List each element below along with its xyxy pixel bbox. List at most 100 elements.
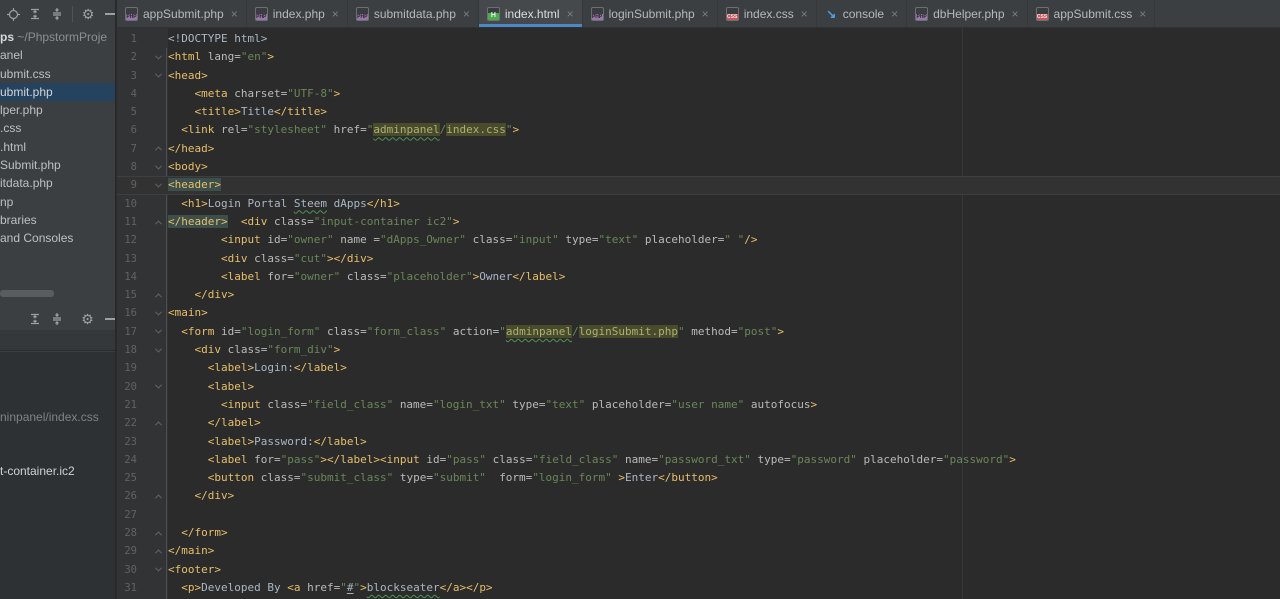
expand-all-icon[interactable]: [28, 312, 41, 326]
hide-panel-icon[interactable]: [103, 312, 115, 326]
code-line[interactable]: 27: [117, 506, 1280, 524]
close-icon[interactable]: ×: [332, 7, 339, 21]
code-line[interactable]: 19 <label>Login:</label>: [117, 359, 1280, 377]
fold-icon[interactable]: [137, 487, 168, 505]
code-line[interactable]: 4 <meta charset="UTF-8">: [117, 85, 1280, 103]
collapse-all-icon[interactable]: [50, 312, 63, 326]
fold-icon[interactable]: [137, 140, 168, 158]
line-number: 25: [124, 472, 137, 485]
tab-appSubmit.css[interactable]: CSS appSubmit.css ×: [1028, 0, 1156, 27]
fold-icon[interactable]: [137, 304, 168, 322]
code-line[interactable]: 16 <main>: [117, 304, 1280, 322]
fold-icon[interactable]: [137, 323, 168, 341]
fold-icon[interactable]: [137, 67, 168, 85]
fold-icon[interactable]: [137, 341, 168, 359]
code-line[interactable]: 7 </head>: [117, 140, 1280, 158]
code-line[interactable]: 24 <label for="pass"></label><input id="…: [117, 451, 1280, 469]
php-file-icon: PHP: [355, 6, 369, 21]
code-line[interactable]: 6 <link rel="stylesheet" href="adminpane…: [117, 121, 1280, 139]
tree-item[interactable]: and Consoles: [0, 229, 115, 247]
tree-item[interactable]: .html: [0, 138, 115, 156]
code-line[interactable]: 23 <label>Password:</label>: [117, 433, 1280, 451]
locate-file-icon[interactable]: [7, 7, 20, 21]
code-line[interactable]: 12 <input id="owner" name ="dApps_Owner"…: [117, 231, 1280, 249]
code-line[interactable]: 21 <input class="field_class" name="logi…: [117, 396, 1280, 414]
code-line[interactable]: 2 <html lang="en">: [117, 48, 1280, 66]
fold-icon[interactable]: [137, 414, 168, 432]
code-line[interactable]: 10 <h1>Login Portal Steem dApps</h1>: [117, 195, 1280, 213]
code-line[interactable]: 15 </div>: [117, 286, 1280, 304]
code-text: <form id="login_form" class="form_class"…: [181, 324, 785, 338]
tree-item[interactable]: np: [0, 193, 115, 211]
tab-console[interactable]: ↘ console ×: [817, 0, 908, 27]
close-icon[interactable]: ×: [567, 7, 574, 21]
code-text: <h1>Login Portal Steem dApps</h1>: [181, 196, 400, 210]
code-text: <footer>: [168, 562, 221, 576]
fold-gutter: [137, 121, 168, 139]
fold-icon[interactable]: [137, 176, 168, 194]
code-line[interactable]: 14 <label for="owner" class="placeholder…: [117, 268, 1280, 286]
line-number: 26: [124, 490, 137, 503]
close-icon[interactable]: ×: [891, 7, 898, 21]
code-line[interactable]: 31 <p>Developed By <a href="#">blockseat…: [117, 579, 1280, 597]
code-line[interactable]: 20 <label>: [117, 378, 1280, 396]
close-icon[interactable]: ×: [702, 7, 709, 21]
code-line[interactable]: 13 <div class="cut"></div>: [117, 250, 1280, 268]
code-line[interactable]: 28 </form>: [117, 524, 1280, 542]
code-line[interactable]: 22 </label>: [117, 414, 1280, 432]
fold-icon[interactable]: [137, 286, 168, 304]
fold-icon[interactable]: [137, 158, 168, 176]
tree-item[interactable]: braries: [0, 211, 115, 229]
tab-dbHelper.php[interactable]: PHP dbHelper.php ×: [907, 0, 1028, 27]
tree-item[interactable]: anel: [0, 46, 115, 64]
expand-all-icon[interactable]: [29, 7, 42, 21]
code-line[interactable]: 1 <!DOCTYPE html>: [117, 30, 1280, 48]
tab-index.html[interactable]: Hindex.html ×: [478, 0, 583, 27]
tab-submitdata.php[interactable]: PHP submitdata.php ×: [348, 0, 479, 27]
code-line[interactable]: 25 <button class="submit_class" type="su…: [117, 469, 1280, 487]
tree-item[interactable]: ubmit.php: [0, 82, 115, 102]
tree-item[interactable]: ps ~/PhpstormProje: [0, 28, 115, 46]
fold-icon[interactable]: [137, 213, 168, 231]
tree-item[interactable]: lper.php: [0, 101, 115, 119]
tree-item[interactable]: itdata.php: [0, 174, 115, 192]
fold-icon[interactable]: [137, 542, 168, 560]
fold-icon[interactable]: [137, 48, 168, 66]
code-text: <meta charset="UTF-8">: [194, 86, 341, 100]
tree-item[interactable]: Submit.php: [0, 156, 115, 174]
tree-item[interactable]: ubmit.css: [0, 65, 115, 83]
fold-icon[interactable]: [137, 561, 168, 579]
line-number: 9: [130, 179, 137, 192]
structure-row[interactable]: t-container.ic2: [0, 462, 115, 480]
close-icon[interactable]: ×: [463, 7, 470, 21]
fold-icon[interactable]: [137, 524, 168, 542]
code-line[interactable]: 18 <div class="form_div">: [117, 341, 1280, 359]
code-line[interactable]: 29 </main>: [117, 542, 1280, 560]
code-line[interactable]: 17 <form id="login_form" class="form_cla…: [117, 323, 1280, 341]
close-icon[interactable]: ×: [801, 7, 808, 21]
hide-panel-icon[interactable]: [103, 7, 115, 21]
code-line[interactable]: 8 <body>: [117, 158, 1280, 176]
code-line[interactable]: 5 <title>Title</title>: [117, 103, 1280, 121]
close-icon[interactable]: ×: [231, 7, 238, 21]
tab-index.css[interactable]: CSS index.css ×: [718, 0, 817, 27]
code-editor[interactable]: 1 <!DOCTYPE html> 2 <html lang="en"> 3 <head>…: [117, 28, 1280, 599]
close-icon[interactable]: ×: [1139, 7, 1146, 21]
tab-index.php[interactable]: PHP index.php ×: [247, 0, 348, 27]
gear-icon[interactable]: ⚙: [82, 7, 95, 21]
hscrollbar-thumb[interactable]: [0, 290, 54, 297]
tab-appSubmit.php[interactable]: PHP appSubmit.php ×: [117, 0, 247, 27]
collapse-all-icon[interactable]: [51, 7, 64, 21]
code-line[interactable]: 30 <footer>: [117, 561, 1280, 579]
close-icon[interactable]: ×: [1012, 7, 1019, 21]
code-line[interactable]: 9 <header>: [117, 176, 1280, 195]
gear-icon[interactable]: ⚙: [81, 312, 94, 326]
fold-icon[interactable]: [137, 378, 168, 396]
tree-item[interactable]: .css: [0, 119, 115, 137]
code-line[interactable]: 3 <head>: [117, 67, 1280, 85]
structure-row[interactable]: ninpanel/index.css: [0, 408, 115, 426]
code-line[interactable]: 11 </header> <div class="input-container …: [117, 213, 1280, 231]
code-line[interactable]: 26 </div>: [117, 487, 1280, 505]
tab-loginSubmit.php[interactable]: PHP loginSubmit.php ×: [583, 0, 718, 27]
code-text: <link rel="stylesheet" href="adminpanel/…: [181, 123, 520, 137]
